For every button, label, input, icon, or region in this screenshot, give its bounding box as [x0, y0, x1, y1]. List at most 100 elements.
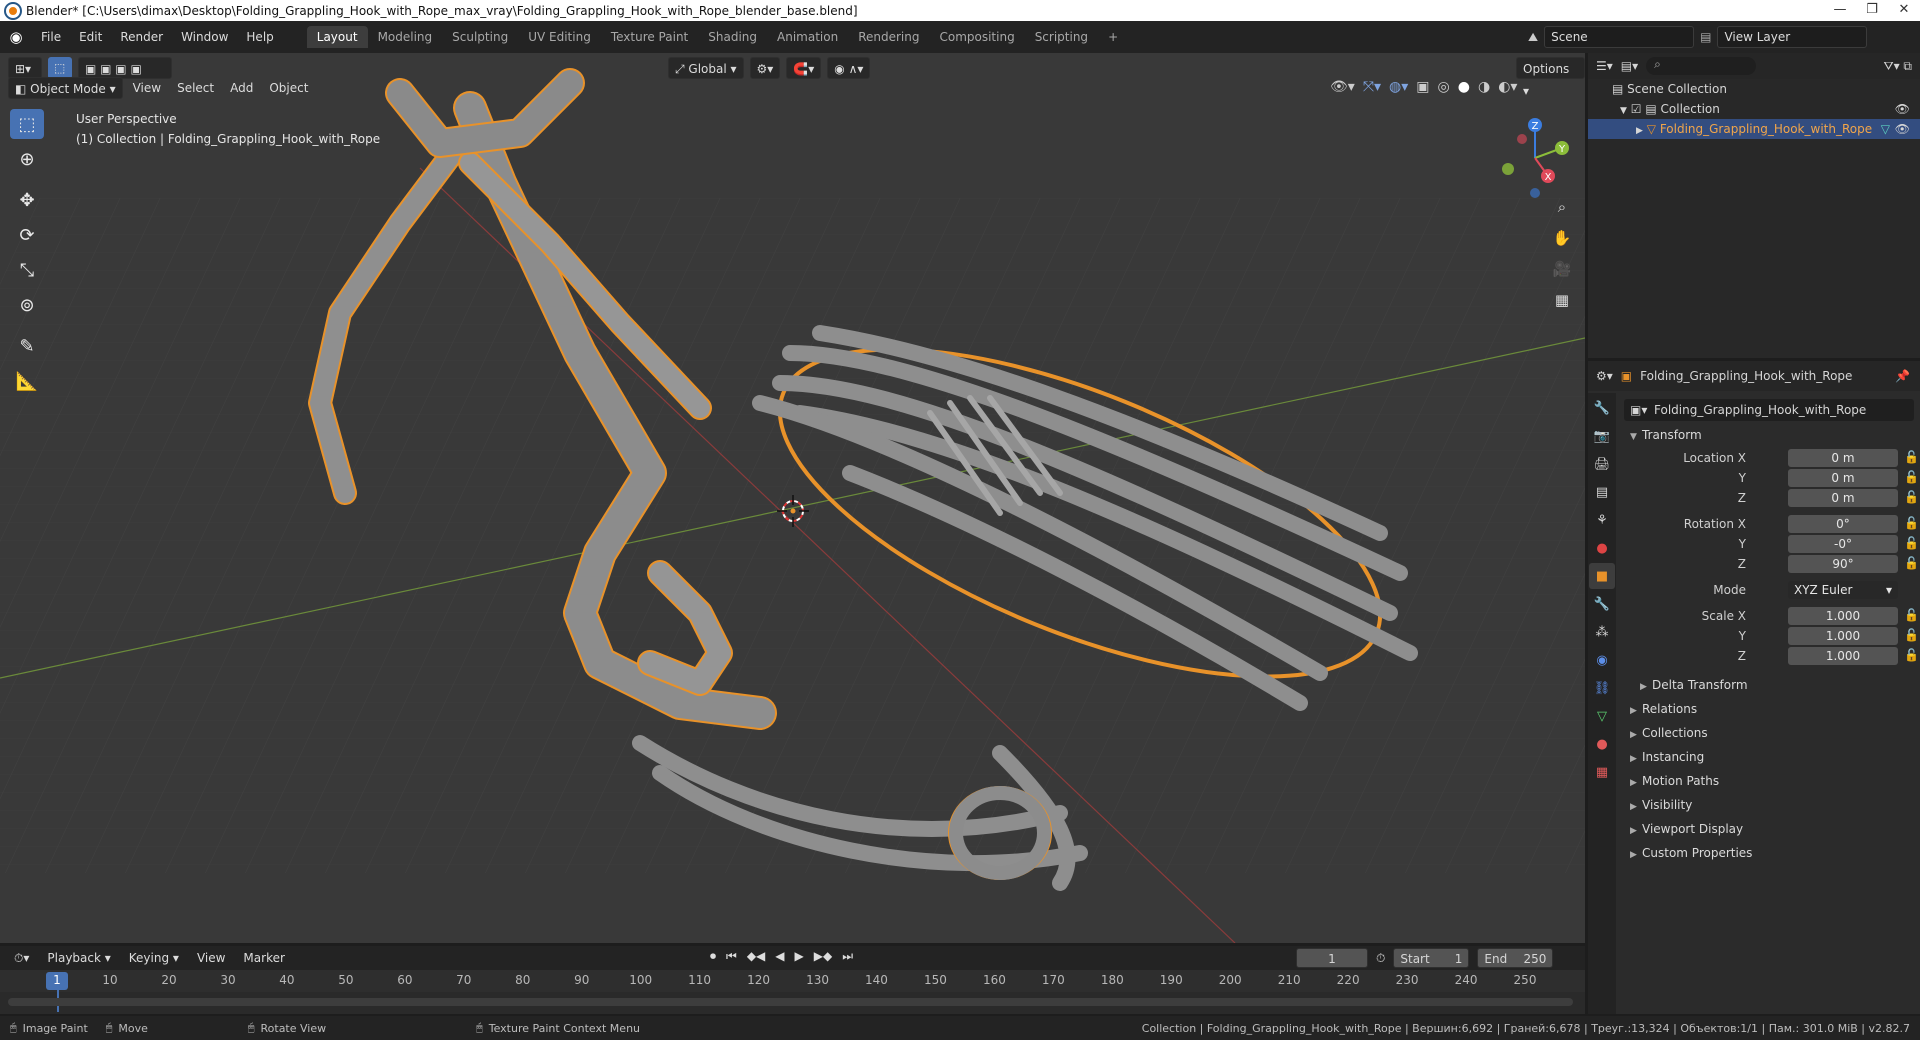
rendered-shading-icon[interactable]: ◐▾ [1498, 79, 1517, 95]
timeline-scrollbar[interactable] [8, 998, 1573, 1006]
outliner-search-input[interactable]: ⌕ [1646, 57, 1757, 75]
jump-keyframe-back-icon[interactable]: ◆◀ [747, 949, 765, 964]
transform-tool[interactable]: ⊚ [10, 290, 44, 320]
lock-icon[interactable]: 🔓 [1904, 536, 1919, 550]
stopwatch-icon[interactable]: ⏱ [1376, 951, 1385, 966]
outliner-row-collection[interactable]: ▼ ☑ ▤ Collection 👁 [1588, 99, 1920, 119]
visibility-icon[interactable]: 👁▾ [1330, 79, 1355, 95]
constraints-tab-icon[interactable]: ⛓ [1589, 675, 1615, 701]
overlay-toggle-icon[interactable]: ◍▾ [1389, 79, 1408, 95]
menu-window[interactable]: Window [172, 30, 237, 44]
play-reverse-icon[interactable]: ◀ [775, 949, 784, 964]
pivot-point-icon[interactable]: ⚙▾ [749, 57, 781, 79]
view-layer-selector[interactable]: View Layer [1717, 26, 1868, 48]
timeline-editor-icon[interactable]: ⏱▾ [8, 947, 35, 969]
timeline-ruler[interactable]: 10 20 30 40 50 60 70 80 90 100 110 120 130 140 150 160 1… [0, 970, 1585, 1012]
scale-x-field[interactable]: 1.000 [1788, 607, 1898, 625]
timeline-menu-keying[interactable]: Keying ▾ [123, 947, 185, 969]
timeline-menu-view[interactable]: View [191, 947, 231, 969]
eye-icon[interactable]: 👁 [1895, 119, 1910, 139]
texture-tab-icon[interactable]: ▦ [1589, 759, 1615, 785]
tab-sculpting[interactable]: Sculpting [442, 26, 518, 48]
tab-compositing[interactable]: Compositing [929, 26, 1024, 48]
transform-orientation-dropdown[interactable]: ⤢ Global ▾ [668, 57, 744, 79]
lock-icon[interactable]: 🔓 [1904, 450, 1919, 464]
end-frame-field[interactable]: End 250 [1477, 948, 1554, 968]
expand-arrow-icon[interactable]: ▶ [1636, 126, 1643, 136]
eye-icon[interactable]: 👁 [1895, 99, 1910, 119]
tab-scripting[interactable]: Scripting [1025, 26, 1098, 48]
scale-y-field[interactable]: 1.000 [1788, 627, 1898, 645]
world-tab-icon[interactable]: ● [1589, 535, 1615, 561]
select-box-icon[interactable]: ⬚ [48, 57, 72, 79]
lock-icon[interactable]: 🔓 [1904, 608, 1919, 622]
tab-animation[interactable]: Animation [767, 26, 848, 48]
properties-editor-icon[interactable]: ⚙▾ [1596, 369, 1613, 383]
lock-icon[interactable]: 🔓 [1904, 628, 1919, 642]
wireframe-shading-icon[interactable]: ◎ [1438, 79, 1450, 95]
modifier-tab-icon[interactable]: 🔧 [1589, 591, 1615, 617]
record-icon[interactable]: ⏺ [710, 949, 716, 964]
rotation-mode-dropdown[interactable]: XYZ Euler ▾ [1788, 581, 1898, 599]
tab-shading[interactable]: Shading [698, 26, 767, 48]
custom-properties-panel-header[interactable]: ▶ Custom Properties [1630, 843, 1752, 863]
jump-start-icon[interactable]: ⏮ [726, 949, 737, 964]
rotation-x-field[interactable]: 0° [1788, 515, 1898, 533]
outliner-row-object[interactable]: ▶ ▽ Folding_Grappling_Hook_with_Rope ▽ 👁 [1588, 119, 1920, 139]
tab-layout[interactable]: Layout [306, 26, 368, 48]
tab-modeling[interactable]: Modeling [368, 26, 443, 48]
xray-icon[interactable]: ▣ [1416, 79, 1429, 95]
outliner-row-scene-collection[interactable]: ▤ Scene Collection [1588, 79, 1920, 99]
3d-viewport[interactable]: ⊞▾ ⬚ ▣ ▣ ▣ ▣ ⤢ Global ▾ ⚙▾ 🧲▾ ◉ ∧▾ Optio… [0, 53, 1585, 943]
viewport-menu-add[interactable]: Add [224, 77, 259, 99]
delta-transform-header[interactable]: ▶ Delta Transform [1640, 675, 1748, 695]
scene-tab-icon[interactable]: ⚘ [1589, 507, 1615, 533]
object-mode-dropdown[interactable]: ◧ Object Mode ▾ [8, 77, 123, 99]
collections-panel-header[interactable]: ▶ Collections [1630, 723, 1708, 743]
viewport-menu-view[interactable]: View [127, 77, 167, 99]
location-x-field[interactable]: 0 m [1788, 449, 1898, 467]
visibility-panel-header[interactable]: ▶ Visibility [1630, 795, 1692, 815]
lock-icon[interactable]: 🔓 [1904, 648, 1919, 662]
lock-icon[interactable]: 🔓 [1904, 490, 1919, 504]
snap-icon[interactable]: 🧲▾ [786, 57, 822, 79]
scale-tool[interactable]: ⤡ [10, 255, 44, 285]
transform-panel-header[interactable]: ▼ Transform [1630, 425, 1702, 445]
editor-type-icon[interactable]: ⊞▾ [8, 57, 42, 79]
lock-icon[interactable]: 🔓 [1904, 516, 1919, 530]
menu-edit[interactable]: Edit [70, 30, 111, 44]
display-mode-icon[interactable]: ▤▾ [1621, 59, 1638, 73]
data-tab-icon[interactable]: ▽ [1589, 703, 1615, 729]
checkbox-icon[interactable]: ☑ [1631, 102, 1642, 116]
add-workspace-button[interactable]: + [1098, 26, 1128, 48]
zoom-icon[interactable]: ⌕ [1549, 194, 1575, 220]
pin-icon[interactable]: 📌 [1895, 369, 1910, 383]
menu-render[interactable]: Render [111, 30, 172, 44]
tab-rendering[interactable]: Rendering [848, 26, 929, 48]
location-z-field[interactable]: 0 m [1788, 489, 1898, 507]
viewport-menu-object[interactable]: Object [263, 77, 314, 99]
camera-view-icon[interactable]: 🎥 [1549, 256, 1575, 282]
material-shading-icon[interactable]: ◑ [1478, 79, 1490, 95]
play-icon[interactable]: ▶ [795, 949, 804, 964]
proportional-edit-icon[interactable]: ◉ ∧▾ [827, 57, 871, 79]
perspective-toggle-icon[interactable]: ▦ [1549, 287, 1575, 313]
solid-shading-icon[interactable]: ● [1458, 79, 1470, 95]
measure-tool[interactable]: 📐 [10, 366, 44, 396]
gizmo-toggle-icon[interactable]: ⤧▾ [1363, 79, 1381, 95]
lock-icon[interactable]: 🔓 [1904, 470, 1919, 484]
output-tab-icon[interactable]: 🖨 [1589, 451, 1615, 477]
navigation-gizmo[interactable]: Z Y X [1490, 113, 1580, 203]
move-tool[interactable]: ✥ [10, 185, 44, 215]
lock-icon[interactable]: 🔓 [1904, 556, 1919, 570]
pan-hand-icon[interactable]: ✋ [1549, 225, 1575, 251]
outliner-editor-icon[interactable]: ☰▾ [1596, 59, 1613, 73]
object-name-field[interactable]: ▣▾ Folding_Grappling_Hook_with_Rope [1624, 399, 1914, 421]
close-button[interactable]: ✕ [1884, 0, 1920, 21]
tab-texture-paint[interactable]: Texture Paint [601, 26, 698, 48]
rotation-y-field[interactable]: -0° [1788, 535, 1898, 553]
jump-end-icon[interactable]: ⏭ [842, 949, 853, 964]
rotation-z-field[interactable]: 90° [1788, 555, 1898, 573]
jump-keyframe-forward-icon[interactable]: ▶◆ [814, 949, 832, 964]
motion-paths-panel-header[interactable]: ▶ Motion Paths [1630, 771, 1719, 791]
